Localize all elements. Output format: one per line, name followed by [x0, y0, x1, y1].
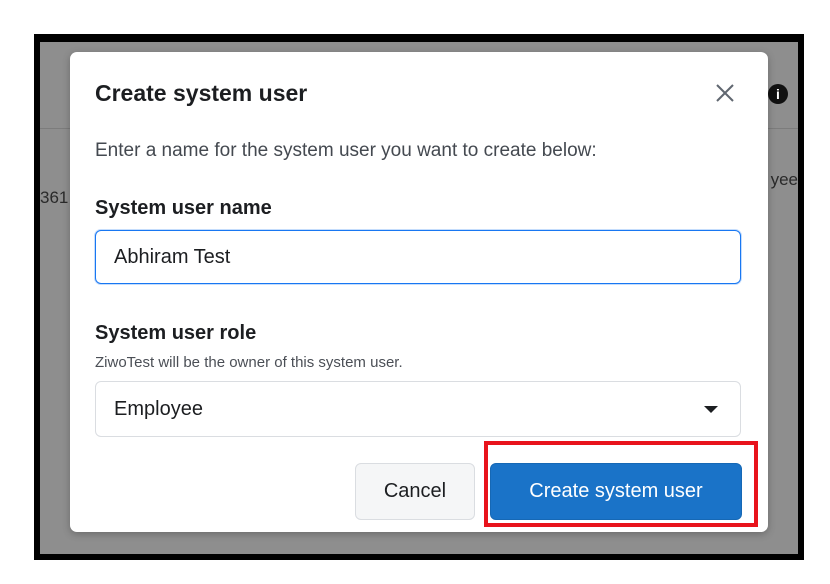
system-user-role-label: System user role	[95, 322, 257, 344]
system-user-name-label: System user name	[95, 197, 272, 219]
role-select-value: Employee	[114, 398, 203, 420]
dialog-title: Create system user	[95, 80, 308, 106]
system-user-name-input[interactable]	[95, 230, 741, 284]
cancel-button[interactable]: Cancel	[355, 463, 475, 520]
dialog-intro-text: Enter a name for the system user you wan…	[95, 140, 597, 161]
highlight-box	[484, 441, 758, 527]
background-text-left: 361	[40, 188, 69, 207]
system-user-role-helper: ZiwoTest will be the owner of this syste…	[95, 354, 403, 371]
info-icon: i	[768, 84, 788, 104]
caret-down-icon	[704, 406, 718, 413]
close-icon-graphic	[716, 84, 734, 102]
system-user-role-select[interactable]: Employee	[95, 381, 741, 437]
background-text-right: yee	[770, 170, 798, 189]
close-icon[interactable]	[712, 80, 738, 106]
